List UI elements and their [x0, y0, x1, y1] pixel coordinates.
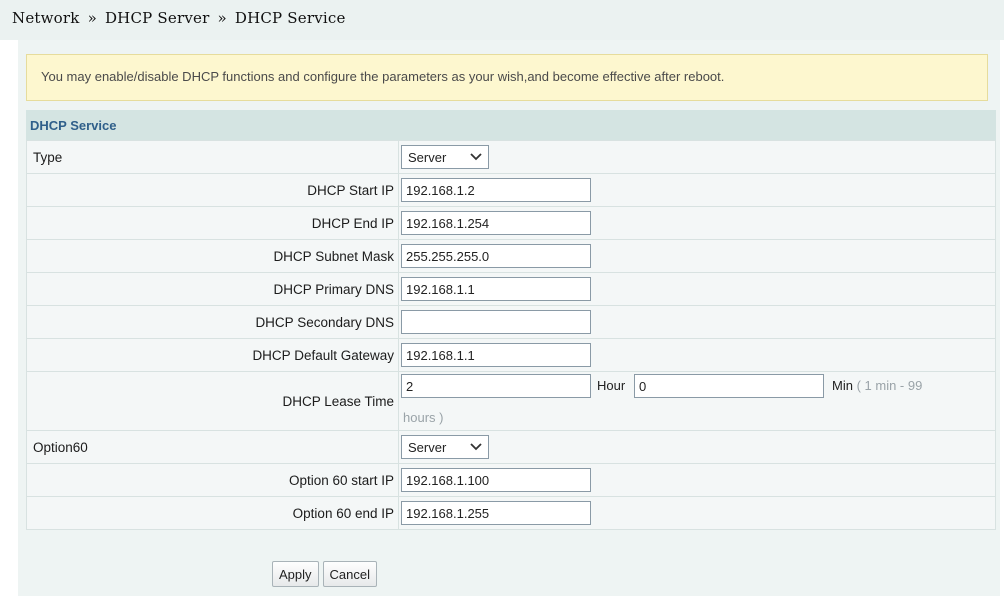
chevron-down-icon — [470, 443, 482, 451]
breadcrumb-item-dhcp-service: DHCP Service — [234, 9, 346, 27]
end-ip-input[interactable] — [401, 211, 591, 235]
breadcrumb-item-network[interactable]: Network — [12, 9, 80, 27]
lease-min-unit: Min — [832, 378, 853, 393]
breadcrumb-item-dhcp-server[interactable]: DHCP Server — [105, 9, 210, 27]
primary-dns-row: DHCP Primary DNS — [26, 272, 996, 306]
type-select-value: Server — [408, 149, 447, 165]
end-ip-row: DHCP End IP — [26, 206, 996, 240]
type-row: Type Server — [26, 140, 996, 174]
chevron-down-icon — [470, 153, 482, 161]
end-ip-label: DHCP End IP — [26, 206, 399, 240]
cancel-button[interactable]: Cancel — [322, 561, 377, 587]
lease-hour-unit: Hour — [597, 378, 626, 393]
breadcrumb: Network » DHCP Server » DHCP Service — [0, 0, 1004, 40]
apply-button[interactable]: Apply — [272, 561, 319, 587]
subnet-mask-row: DHCP Subnet Mask — [26, 239, 996, 273]
lease-min-input[interactable] — [634, 374, 824, 398]
option60-end-ip-label: Option 60 end IP — [26, 496, 399, 530]
section-title: DHCP Service — [26, 110, 996, 140]
breadcrumb-separator: » — [217, 9, 227, 27]
option60-start-ip-input[interactable] — [401, 468, 591, 492]
secondary-dns-row: DHCP Secondary DNS — [26, 305, 996, 339]
lease-time-group: Hour Min ( 1 min - 99 hours ) — [401, 372, 995, 430]
lease-hour-input[interactable] — [401, 374, 591, 398]
type-label: Type — [26, 140, 399, 174]
breadcrumb-separator: » — [87, 9, 97, 27]
option60-label: Option60 — [26, 430, 399, 464]
type-select[interactable]: Server — [401, 145, 489, 169]
primary-dns-label: DHCP Primary DNS — [26, 272, 399, 306]
dhcp-form: Type Server DHCP Start IP DHCP End IP DH… — [26, 140, 996, 530]
subnet-mask-label: DHCP Subnet Mask — [26, 239, 399, 273]
start-ip-input[interactable] — [401, 178, 591, 202]
secondary-dns-label: DHCP Secondary DNS — [26, 305, 399, 339]
option60-row: Option60 Server — [26, 430, 996, 464]
option60-end-ip-input[interactable] — [401, 501, 591, 525]
option60-end-ip-row: Option 60 end IP — [26, 496, 996, 530]
info-notice: You may enable/disable DHCP functions an… — [26, 54, 988, 101]
start-ip-row: DHCP Start IP — [26, 173, 996, 207]
primary-dns-input[interactable] — [401, 277, 591, 301]
option60-select-value: Server — [408, 439, 447, 455]
start-ip-label: DHCP Start IP — [26, 173, 399, 207]
lease-range-hint-cont: hours ) — [403, 410, 444, 425]
default-gateway-row: DHCP Default Gateway — [26, 338, 996, 372]
form-actions: Apply Cancel — [272, 561, 377, 587]
lease-time-row: DHCP Lease Time Hour Min ( 1 min - 99 ho… — [26, 371, 996, 431]
lease-time-label: DHCP Lease Time — [26, 371, 399, 431]
subnet-mask-input[interactable] — [401, 244, 591, 268]
default-gateway-input[interactable] — [401, 343, 591, 367]
lease-range-hint: ( 1 min - 99 — [856, 378, 923, 393]
option60-start-ip-label: Option 60 start IP — [26, 463, 399, 497]
option60-select[interactable]: Server — [401, 435, 489, 459]
lease-min-unit-group: Min ( 1 min - 99 — [832, 378, 922, 393]
secondary-dns-input[interactable] — [401, 310, 591, 334]
option60-start-ip-row: Option 60 start IP — [26, 463, 996, 497]
default-gateway-label: DHCP Default Gateway — [26, 338, 399, 372]
